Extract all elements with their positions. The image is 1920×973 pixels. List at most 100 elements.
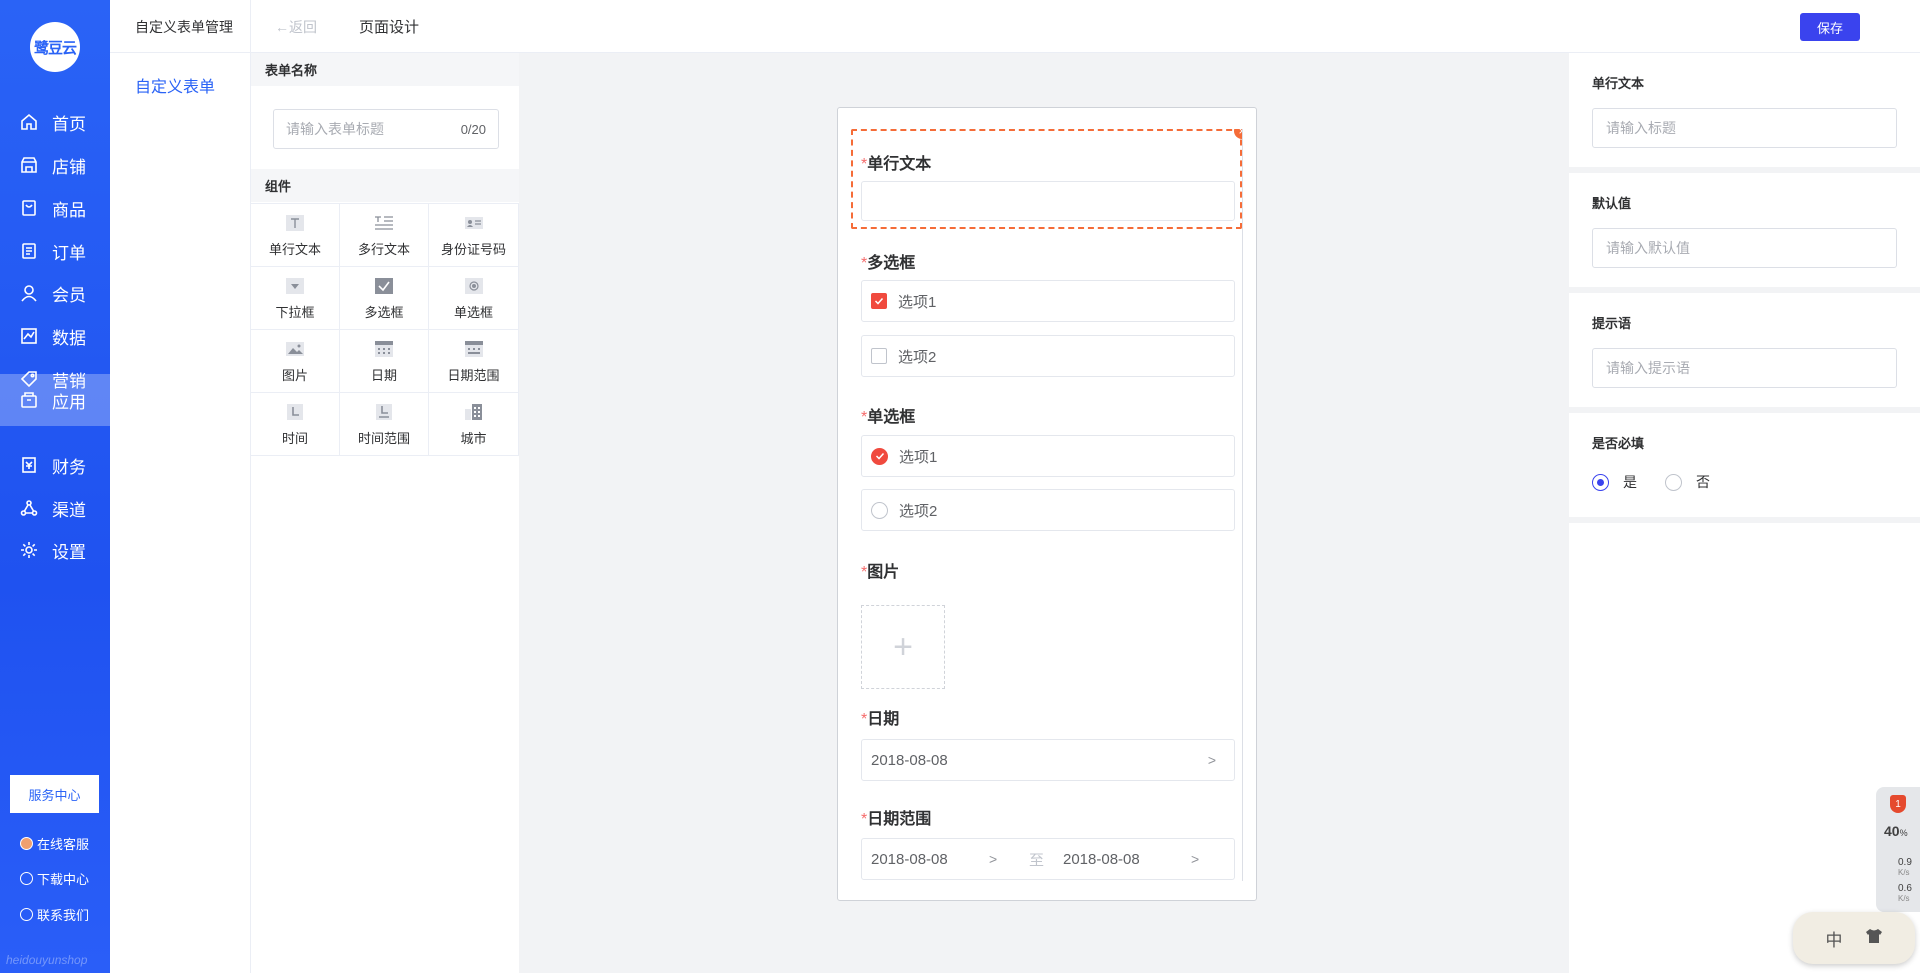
component-label: 多行文本 bbox=[357, 241, 410, 257]
upload-speed: 0.9 K/s bbox=[1898, 857, 1912, 877]
field-label-text: 图片 bbox=[867, 564, 900, 581]
top-bar: ←返回 页面设计 保存 bbox=[251, 0, 1920, 53]
time-icon bbox=[284, 402, 306, 422]
title-input[interactable] bbox=[1592, 108, 1897, 148]
form-name-input[interactable] bbox=[286, 121, 436, 137]
chevron-right-icon: > bbox=[1191, 851, 1200, 867]
radio-icon bbox=[463, 276, 485, 296]
single-text-input[interactable] bbox=[861, 181, 1235, 221]
component-radio[interactable]: 单选框 bbox=[429, 267, 519, 330]
form-name-header: 表单名称 bbox=[251, 53, 519, 86]
form-name-field[interactable]: 0/20 bbox=[273, 109, 499, 149]
goods-icon bbox=[20, 199, 38, 217]
component-checkbox[interactable]: 多选框 bbox=[340, 267, 429, 330]
component-date[interactable]: 日期 bbox=[340, 330, 429, 393]
component-city[interactable]: 城市 bbox=[429, 393, 519, 456]
watermark: heidouyunshop bbox=[6, 953, 88, 967]
property-panel: 单行文本 默认值 提示语 是否必填 是 否 bbox=[1569, 53, 1920, 973]
component-image[interactable]: 图片 bbox=[251, 330, 340, 393]
component-time[interactable]: 时间 bbox=[251, 393, 340, 456]
component-single-text[interactable]: 单行文本 bbox=[251, 204, 340, 267]
component-id-card[interactable]: 身份证号码 bbox=[429, 204, 519, 267]
back-button[interactable]: ←返回 bbox=[275, 17, 317, 37]
service-center-button[interactable]: 服务中心 bbox=[10, 775, 99, 813]
ime-toolbar[interactable]: 中 bbox=[1793, 912, 1915, 964]
single-text-icon bbox=[284, 213, 306, 233]
sub-sidebar: 自定义表单管理 自定义表单 bbox=[110, 0, 251, 973]
date-value: 2018-08-08 bbox=[871, 751, 948, 769]
upload-value: 0.9 bbox=[1898, 857, 1912, 868]
component-date-range[interactable]: 日期范围 bbox=[429, 330, 519, 393]
field-label-image: *图片 bbox=[861, 558, 899, 582]
component-dropdown[interactable]: 下拉框 bbox=[251, 267, 340, 330]
date-picker[interactable]: 2018-08-08 > bbox=[861, 739, 1235, 781]
radio-option[interactable]: 选项2 bbox=[861, 489, 1235, 531]
char-counter: 0/20 bbox=[460, 121, 486, 137]
default-value-input[interactable] bbox=[1592, 228, 1897, 268]
nav-item-app[interactable]: 应用 bbox=[0, 374, 110, 426]
selected-radio-icon bbox=[1592, 473, 1609, 491]
online-service-link[interactable]: 在线客服 bbox=[20, 834, 89, 853]
skin-shirt-icon[interactable] bbox=[1865, 928, 1883, 949]
prop-label-required: 是否必填 bbox=[1592, 436, 1645, 451]
component-label: 下拉框 bbox=[275, 304, 315, 320]
id-card-icon bbox=[463, 213, 485, 233]
main-sidebar: 鹭豆云 首页 店铺 商品 订单 会员 数据 营销 应用 财务 渠道 设置 服务中… bbox=[0, 0, 110, 973]
components-header: 组件 bbox=[251, 169, 519, 202]
radio-label: 是 bbox=[1623, 474, 1637, 490]
logo: 鹭豆云 bbox=[30, 22, 80, 72]
download-center-link[interactable]: 下载中心 bbox=[20, 869, 89, 888]
arrow-left-icon: ← bbox=[275, 19, 289, 35]
speed-unit: K/s bbox=[1898, 894, 1910, 903]
subnav-item-custom-form[interactable]: 自定义表单 bbox=[135, 73, 215, 97]
dropdown-icon bbox=[284, 276, 306, 296]
selected-radio-icon bbox=[871, 447, 888, 465]
unselected-radio-icon bbox=[1665, 473, 1682, 491]
range-end-value: 2018-08-08 bbox=[1063, 850, 1140, 868]
network-speed-widget[interactable]: 1 40% 0.9 K/s 0.6 K/s bbox=[1876, 787, 1920, 912]
download-icon bbox=[20, 872, 33, 885]
nav-item-label: 首页 bbox=[52, 114, 86, 134]
hint-input[interactable] bbox=[1592, 348, 1897, 388]
time-range-icon bbox=[373, 402, 395, 422]
save-button[interactable]: 保存 bbox=[1800, 13, 1860, 41]
ime-language[interactable]: 中 bbox=[1826, 926, 1843, 951]
prop-label-hint: 提示语 bbox=[1592, 316, 1632, 331]
prop-section-required: 是否必填 是 否 bbox=[1569, 413, 1920, 523]
required-no-radio[interactable]: 否 bbox=[1665, 472, 1710, 492]
date-range-picker[interactable]: 2018-08-08 > 至 2018-08-08 > bbox=[861, 838, 1235, 880]
field-label-date: *日期 bbox=[861, 705, 899, 729]
prop-label-default: 默认值 bbox=[1592, 196, 1632, 211]
field-label-checkbox: *多选框 bbox=[861, 249, 915, 273]
app-icon bbox=[20, 391, 38, 409]
component-time-range[interactable]: 时间范围 bbox=[340, 393, 429, 456]
required-yes-radio[interactable]: 是 bbox=[1592, 472, 1637, 492]
component-multi-text[interactable]: 多行文本 bbox=[340, 204, 429, 267]
radio-option[interactable]: 选项1 bbox=[861, 435, 1235, 477]
component-panel: 表单名称 0/20 组件 单行文本 多行文本 身份证号码 下拉框 多选框 单选框 bbox=[251, 53, 519, 973]
component-label: 日期范围 bbox=[447, 367, 500, 383]
nav-item-label: 会员 bbox=[52, 285, 86, 305]
preview-canvas[interactable]: × *单行文本 *多选框 选项1 选项2 *单选框 选项1 选项2 *图片 + … bbox=[851, 129, 1243, 881]
contact-us-label: 联系我们 bbox=[37, 908, 90, 923]
image-upload[interactable]: + bbox=[861, 605, 945, 689]
component-label: 时间范围 bbox=[357, 430, 410, 446]
nav-item-label: 店铺 bbox=[52, 157, 86, 177]
download-center-label: 下载中心 bbox=[37, 872, 90, 887]
percent-value: 40 bbox=[1884, 823, 1900, 839]
checkbox-option[interactable]: 选项1 bbox=[861, 280, 1235, 322]
download-speed: 0.6 K/s bbox=[1898, 883, 1912, 903]
page-title: 页面设计 bbox=[359, 19, 420, 36]
component-label: 时间 bbox=[281, 430, 308, 446]
nav-item-label: 数据 bbox=[52, 328, 86, 348]
contact-icon bbox=[20, 908, 33, 921]
contact-us-link[interactable]: 联系我们 bbox=[20, 905, 89, 924]
component-label: 身份证号码 bbox=[440, 241, 506, 257]
checkbox-option[interactable]: 选项2 bbox=[861, 335, 1235, 377]
order-icon bbox=[20, 242, 38, 260]
finance-icon bbox=[20, 456, 38, 474]
field-label-text: 日期范围 bbox=[867, 811, 932, 828]
chevron-right-icon: > bbox=[1207, 752, 1216, 768]
home-icon bbox=[20, 113, 38, 131]
nav-item-settings[interactable]: 设置 bbox=[0, 524, 110, 576]
